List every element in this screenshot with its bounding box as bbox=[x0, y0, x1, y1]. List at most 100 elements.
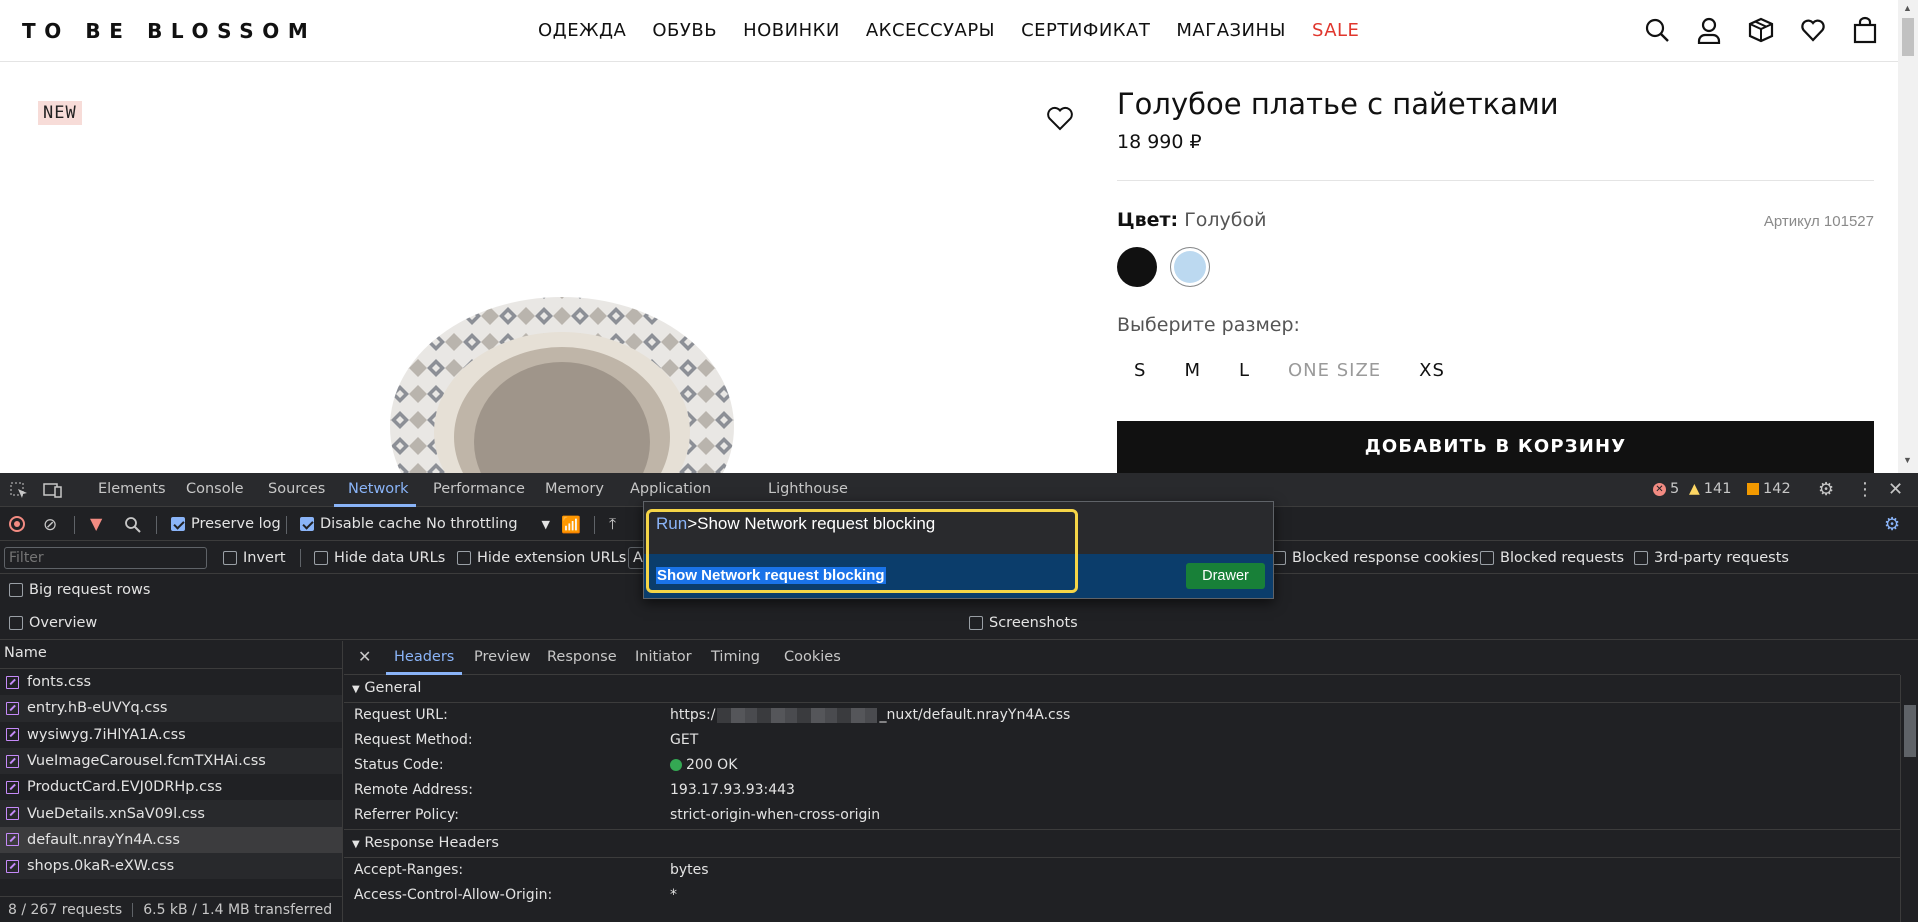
checkbox[interactable] bbox=[223, 551, 237, 565]
warning-counter[interactable]: ▲ 141 bbox=[1689, 481, 1731, 497]
add-to-cart-button[interactable]: ДОБАВИТЬ В КОРЗИНУ bbox=[1117, 421, 1874, 477]
checkbox[interactable] bbox=[314, 551, 328, 565]
header-value[interactable]: strict-origin-when-cross-origin bbox=[670, 807, 880, 823]
scroll-down-icon[interactable]: ▼ bbox=[1903, 455, 1912, 465]
tab-cookies[interactable]: Cookies bbox=[784, 649, 841, 665]
overview-checkbox[interactable]: Overview bbox=[9, 615, 97, 631]
name-column-header[interactable]: Name bbox=[0, 641, 342, 669]
checkbox[interactable] bbox=[1634, 551, 1648, 565]
nav-item-certificate[interactable]: СЕРТИФИКАТ bbox=[1021, 20, 1150, 41]
tab-application[interactable]: Application bbox=[630, 481, 711, 497]
search-icon[interactable] bbox=[1644, 16, 1670, 44]
nav-item-shops[interactable]: МАГАЗИНЫ bbox=[1176, 20, 1286, 41]
wishlist-heart-icon[interactable] bbox=[1045, 104, 1075, 132]
box-icon[interactable] bbox=[1748, 16, 1774, 44]
issues-counter[interactable]: 142 bbox=[1747, 481, 1791, 497]
tab-console[interactable]: Console bbox=[186, 481, 244, 497]
swatch-blue[interactable] bbox=[1170, 247, 1210, 287]
product-photo[interactable] bbox=[355, 277, 775, 473]
command-input[interactable]: Run>Show Network request blocking bbox=[650, 510, 1080, 538]
header-value[interactable]: bytes bbox=[670, 862, 709, 878]
tab-performance[interactable]: Performance bbox=[433, 481, 525, 497]
preserve-log-checkbox[interactable]: Preserve log bbox=[171, 516, 281, 532]
error-counter[interactable]: ✕ 5 bbox=[1653, 481, 1679, 497]
nav-item-clothing[interactable]: ОДЕЖДА bbox=[538, 20, 626, 41]
nav-item-new[interactable]: НОВИНКИ bbox=[743, 20, 840, 41]
throttling-select[interactable]: No throttling ▼ bbox=[426, 516, 550, 532]
request-row-selected[interactable]: default.nrayYn4A.css bbox=[0, 826, 342, 854]
settings-gear-icon[interactable]: ⚙ bbox=[1818, 479, 1834, 500]
size-s[interactable]: S bbox=[1117, 360, 1167, 381]
user-icon[interactable] bbox=[1696, 16, 1722, 44]
scroll-up-icon[interactable]: ▲ bbox=[1903, 3, 1912, 13]
tab-initiator[interactable]: Initiator bbox=[635, 649, 692, 665]
close-devtools-icon[interactable]: ✕ bbox=[1888, 479, 1903, 500]
tab-response[interactable]: Response bbox=[547, 649, 617, 665]
more-options-icon[interactable]: ⋮ bbox=[1856, 479, 1874, 500]
clear-icon[interactable]: ⊘ bbox=[43, 515, 57, 535]
checkbox-checked[interactable] bbox=[300, 517, 314, 531]
size-m[interactable]: M bbox=[1167, 360, 1222, 381]
general-section-header[interactable]: ▼ General bbox=[344, 675, 1900, 703]
filter-icon[interactable]: ▼ bbox=[90, 514, 102, 533]
checkbox[interactable] bbox=[9, 583, 23, 597]
page-scrollbar[interactable]: ▲ ▼ bbox=[1898, 0, 1918, 473]
hide-extension-urls-checkbox[interactable]: Hide extension URLs bbox=[457, 550, 626, 566]
site-logo[interactable]: TO BE BLOSSOM bbox=[22, 19, 316, 43]
checkbox[interactable] bbox=[9, 616, 23, 630]
checkbox-checked[interactable] bbox=[171, 517, 185, 531]
product-gallery[interactable]: NEW bbox=[0, 63, 1098, 473]
request-row[interactable]: ProductCard.EVJ0DRHp.css bbox=[0, 774, 342, 800]
blocked-response-cookies-checkbox[interactable]: Blocked response cookies bbox=[1272, 550, 1479, 566]
disable-cache-checkbox[interactable]: Disable cache bbox=[300, 516, 421, 532]
checkbox[interactable] bbox=[457, 551, 471, 565]
request-row[interactable]: wysiwyg.7iHlYA1A.css bbox=[0, 722, 342, 748]
request-row[interactable]: entry.hB-eUVYq.css bbox=[0, 695, 342, 722]
big-request-rows-checkbox[interactable]: Big request rows bbox=[9, 582, 150, 598]
network-conditions-icon[interactable]: 📶 bbox=[561, 515, 581, 534]
tab-preview[interactable]: Preview bbox=[474, 649, 530, 665]
nav-item-shoes[interactable]: ОБУВЬ bbox=[652, 20, 717, 41]
command-result-item[interactable]: Show Network request blocking Drawer bbox=[644, 554, 1273, 598]
hide-data-urls-checkbox[interactable]: Hide data URLs bbox=[314, 550, 445, 566]
tab-timing[interactable]: Timing bbox=[711, 649, 760, 665]
tab-elements[interactable]: Elements bbox=[98, 481, 166, 497]
invert-checkbox[interactable]: Invert bbox=[223, 550, 286, 566]
size-l[interactable]: L bbox=[1222, 360, 1271, 381]
nav-item-accessories[interactable]: АКСЕССУАРЫ bbox=[866, 20, 995, 41]
search-icon[interactable] bbox=[124, 516, 142, 534]
swatch-black[interactable] bbox=[1117, 247, 1157, 287]
screenshots-checkbox[interactable]: Screenshots bbox=[969, 615, 1078, 631]
checkbox[interactable] bbox=[969, 616, 983, 630]
request-row[interactable]: VueDetails.xnSaV09l.css bbox=[0, 800, 342, 827]
heart-icon[interactable] bbox=[1800, 16, 1826, 44]
inspect-icon[interactable] bbox=[9, 481, 29, 499]
record-stop-icon[interactable] bbox=[9, 516, 25, 532]
request-row[interactable]: VueImageCarousel.fcmTXHAi.css bbox=[0, 747, 342, 775]
tab-network[interactable]: Network bbox=[348, 481, 409, 497]
checkbox[interactable] bbox=[1480, 551, 1494, 565]
import-har-icon[interactable]: ⤒ bbox=[609, 514, 616, 534]
nav-item-sale[interactable]: SALE bbox=[1312, 20, 1359, 41]
tab-lighthouse[interactable]: Lighthouse bbox=[768, 481, 848, 497]
tab-headers[interactable]: Headers bbox=[394, 649, 454, 665]
network-settings-gear-icon[interactable]: ⚙ bbox=[1884, 514, 1900, 535]
close-details-icon[interactable]: ✕ bbox=[358, 647, 371, 666]
size-xs[interactable]: XS bbox=[1402, 360, 1466, 381]
header-value[interactable]: * bbox=[670, 887, 677, 903]
device-toolbar-icon[interactable] bbox=[43, 481, 63, 499]
request-row[interactable]: fonts.css bbox=[0, 669, 342, 695]
scroll-thumb[interactable] bbox=[1904, 705, 1916, 757]
request-url-value[interactable]: https:/ _nuxt/default.nrayYn4A.css bbox=[670, 707, 1070, 723]
status-code-value[interactable]: 200 OK bbox=[670, 757, 737, 773]
tab-sources[interactable]: Sources bbox=[268, 481, 325, 497]
filter-input[interactable] bbox=[4, 547, 207, 569]
checkbox[interactable] bbox=[1272, 551, 1286, 565]
request-row[interactable]: shops.0kaR-eXW.css bbox=[0, 853, 342, 880]
response-headers-section-header[interactable]: ▼ Response Headers bbox=[344, 830, 1900, 858]
blocked-requests-checkbox[interactable]: Blocked requests bbox=[1480, 550, 1624, 566]
tab-memory[interactable]: Memory bbox=[545, 481, 604, 497]
details-scrollbar[interactable] bbox=[1900, 675, 1918, 922]
header-value[interactable]: 193.17.93.93:443 bbox=[670, 782, 795, 798]
scroll-thumb[interactable] bbox=[1902, 18, 1914, 56]
